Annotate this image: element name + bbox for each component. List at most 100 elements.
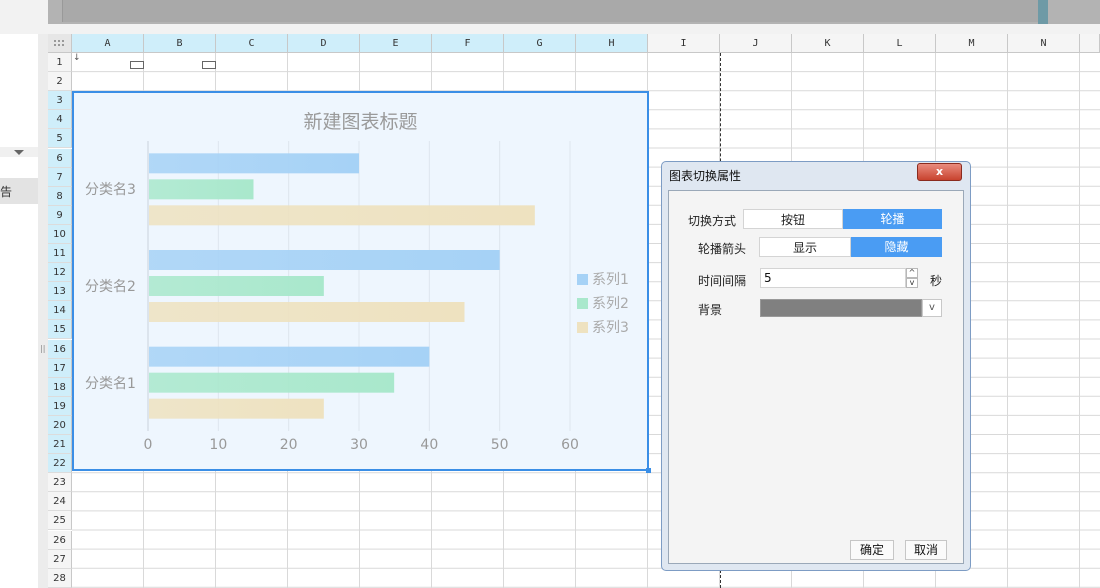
cell-marker-icon: ↓	[73, 53, 81, 63]
row-header[interactable]: 14	[48, 301, 72, 321]
row-header[interactable]: 17	[48, 358, 72, 378]
cancel-button[interactable]: 取消	[905, 540, 947, 560]
interval-label: 时间间隔	[698, 274, 747, 288]
column-header[interactable]: B	[144, 34, 216, 53]
row-header[interactable]: 8	[48, 186, 72, 206]
row-header[interactable]: 19	[48, 396, 72, 416]
dialog-title: 图表切换属性	[669, 169, 742, 183]
close-button[interactable]: x	[917, 163, 962, 181]
column-header[interactable]: N	[1008, 34, 1080, 53]
left-panel	[0, 34, 39, 588]
chart-category-label: 分类名1	[85, 375, 136, 392]
ok-button[interactable]: 确定	[850, 540, 894, 560]
column-header-filler	[1080, 34, 1100, 53]
column-header[interactable]: K	[792, 34, 864, 53]
chart-x-tick-label: 0	[143, 437, 153, 453]
row-header[interactable]: 23	[48, 473, 72, 493]
column-header[interactable]: I	[648, 34, 720, 53]
legend-swatch	[577, 298, 588, 309]
chart-bar	[149, 205, 535, 226]
cell-checkbox[interactable]	[130, 61, 144, 69]
chart-bar	[149, 179, 254, 200]
toolbar-inner	[62, 0, 1039, 22]
chevron-down-icon[interactable]	[14, 150, 24, 155]
chart-legend-item: 系列2	[577, 293, 629, 313]
chart-x-tick-label: 20	[279, 437, 298, 453]
splitter-grip-icon[interactable]: ||	[40, 344, 45, 353]
chart-bar	[149, 372, 395, 393]
legend-label: 系列3	[592, 320, 629, 336]
grid-icon	[54, 40, 64, 46]
cell-checkbox[interactable]	[202, 61, 216, 69]
arrow-show-option[interactable]: 显示	[759, 237, 851, 257]
row-header[interactable]: 16	[48, 339, 72, 359]
chart-bar	[149, 153, 359, 174]
chart-x-tick-label: 10	[209, 437, 228, 453]
background-color-swatch[interactable]	[760, 299, 922, 317]
column-header[interactable]: F	[432, 34, 504, 53]
spin-down-button[interactable]: v	[906, 278, 918, 288]
row-header[interactable]: 5	[48, 129, 72, 149]
row-header[interactable]: 15	[48, 320, 72, 340]
legend-label: 系列2	[592, 296, 629, 312]
chevron-down-icon[interactable]: v	[922, 299, 942, 317]
chart-bar	[149, 302, 465, 322]
chart-bar	[149, 276, 324, 296]
column-header[interactable]: L	[864, 34, 936, 53]
column-header[interactable]: M	[936, 34, 1008, 53]
row-header[interactable]: 12	[48, 263, 72, 283]
spin-up-button[interactable]: ^	[906, 268, 918, 278]
row-header[interactable]: 9	[48, 205, 72, 225]
column-header[interactable]: H	[576, 34, 648, 53]
legend-swatch	[577, 274, 588, 285]
row-header[interactable]: 2	[48, 72, 72, 92]
row-header[interactable]: 26	[48, 530, 72, 550]
row-header[interactable]: 24	[48, 492, 72, 512]
row-header[interactable]: 3	[48, 91, 72, 111]
column-header[interactable]: J	[720, 34, 792, 53]
carousel-arrow-label: 轮播箭头	[698, 242, 747, 256]
chart-plot	[147, 141, 571, 431]
column-header[interactable]: C	[216, 34, 288, 53]
row-header[interactable]: 27	[48, 549, 72, 569]
chart-bar	[149, 250, 500, 270]
row-header[interactable]: 22	[48, 454, 72, 474]
column-header[interactable]: G	[504, 34, 576, 53]
chart-legend-item: 系列1	[577, 269, 629, 289]
chart-x-tick-label: 30	[350, 437, 368, 453]
row-header[interactable]: 6	[48, 148, 72, 168]
row-header[interactable]: 21	[48, 435, 72, 455]
left-panel-item-label: 告	[0, 185, 13, 199]
column-header[interactable]: D	[288, 34, 360, 53]
background-label: 背景	[698, 303, 723, 317]
panel-splitter[interactable]	[38, 34, 48, 588]
column-header[interactable]: A	[72, 34, 144, 53]
chart-bar	[149, 346, 430, 367]
column-header[interactable]: E	[360, 34, 432, 53]
chart-legend-item: 系列3	[577, 317, 629, 337]
chart-category-label: 分类名2	[85, 279, 136, 295]
legend-swatch	[577, 322, 588, 333]
row-header[interactable]: 25	[48, 511, 72, 531]
interval-unit: 秒	[930, 274, 943, 288]
switch-mode-carousel-option[interactable]: 轮播	[843, 209, 942, 229]
row-header[interactable]: 20	[48, 415, 72, 435]
chart-x-tick-label: 50	[490, 437, 509, 453]
arrow-hide-option[interactable]: 隐藏	[851, 237, 942, 257]
switch-mode-label: 切换方式	[688, 214, 737, 228]
row-header[interactable]: 7	[48, 167, 72, 187]
row-header[interactable]: 28	[48, 568, 72, 588]
legend-label: 系列1	[592, 272, 629, 288]
chart-bar	[149, 398, 324, 419]
select-all-corner[interactable]	[48, 34, 72, 53]
switch-mode-button-option[interactable]: 按钮	[743, 209, 843, 229]
row-header[interactable]: 10	[48, 224, 72, 244]
row-header[interactable]: 18	[48, 377, 72, 397]
toolbar-accent	[1038, 0, 1048, 24]
row-header[interactable]: 4	[48, 110, 72, 130]
row-header[interactable]: 11	[48, 244, 72, 264]
interval-input[interactable]: 5	[760, 268, 906, 288]
row-header[interactable]: 13	[48, 282, 72, 302]
chart-x-tick-label: 60	[561, 437, 579, 453]
row-header[interactable]: 1	[48, 53, 72, 73]
